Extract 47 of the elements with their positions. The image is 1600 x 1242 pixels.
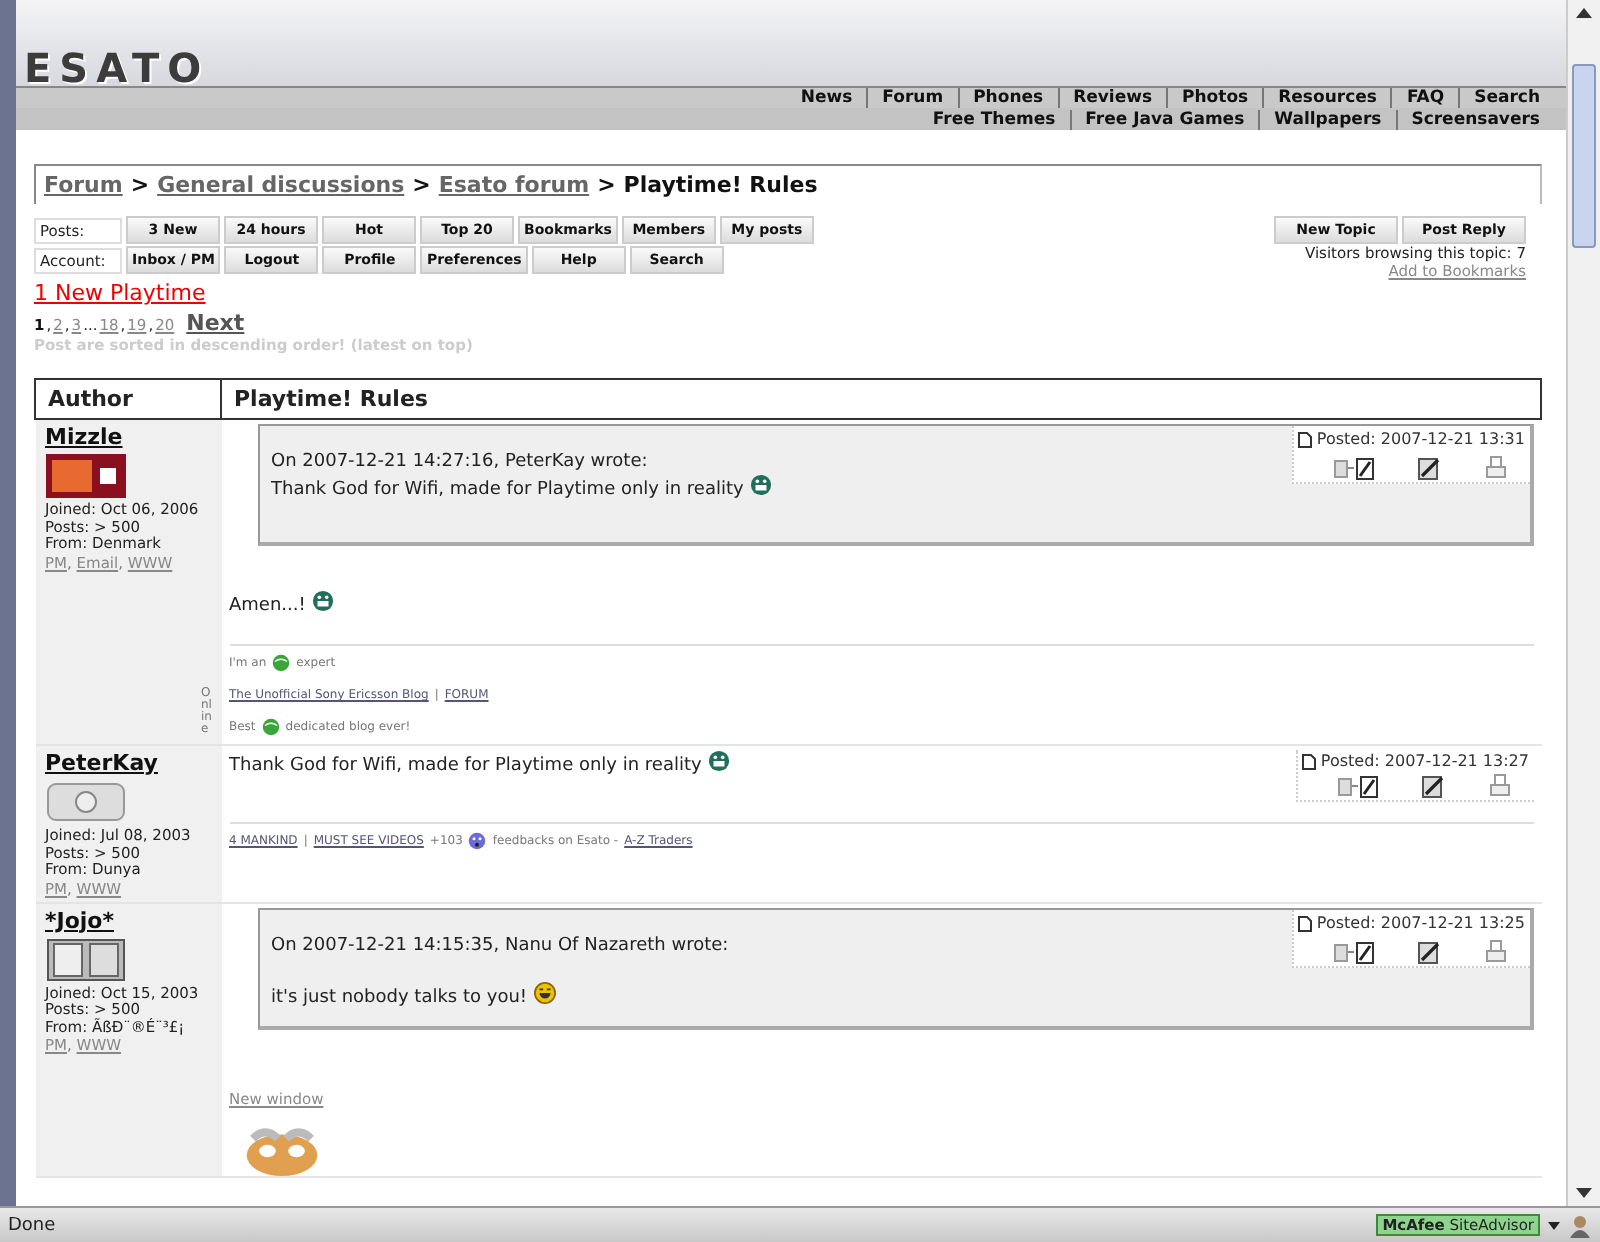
nav-link[interactable]: Wallpapers bbox=[1258, 109, 1396, 129]
nav-link[interactable]: Free Java Games bbox=[1069, 109, 1259, 129]
quote-reply-icon[interactable] bbox=[1337, 774, 1377, 798]
nav-link[interactable]: Screensavers bbox=[1395, 109, 1554, 129]
print-icon[interactable] bbox=[1485, 456, 1505, 480]
breadcrumb-link[interactable]: Forum bbox=[44, 172, 123, 198]
post-text: Thank God for Wifi, made for Playtime only in reality bbox=[229, 754, 702, 776]
breadcrumb-link[interactable]: General discussions bbox=[157, 172, 405, 198]
posted-date: Posted: 2007-12-21 13:25 bbox=[1298, 911, 1525, 935]
status-text: Done bbox=[8, 1215, 56, 1235]
scrollbar-thumb[interactable] bbox=[1572, 64, 1596, 248]
breadcrumb-link[interactable]: Esato forum bbox=[438, 172, 590, 198]
next-page-link[interactable]: Next bbox=[186, 310, 245, 336]
posted-date: Posted: 2007-12-21 13:27 bbox=[1302, 752, 1529, 770]
nav-link[interactable]: Free Themes bbox=[918, 109, 1070, 129]
edit-icon[interactable] bbox=[1421, 774, 1445, 798]
author-name[interactable]: *Jojo* bbox=[45, 907, 211, 933]
person-icon[interactable] bbox=[1568, 1213, 1592, 1237]
new-posts-link[interactable]: 1 New Playtime bbox=[34, 280, 206, 306]
quote-text: it's just nobody talks to you! bbox=[271, 987, 528, 1007]
site-logo[interactable]: ESATO bbox=[24, 44, 210, 92]
edit-icon[interactable] bbox=[1417, 456, 1441, 480]
breadcrumb-separator: > bbox=[597, 172, 616, 198]
breadcrumb-separator: > bbox=[130, 172, 150, 198]
posted-date: Posted: 2007-12-21 13:31 bbox=[1298, 428, 1525, 452]
column-header: Playtime! Rules bbox=[221, 379, 1541, 419]
document-icon bbox=[1298, 915, 1313, 931]
sad-smiley-icon bbox=[468, 832, 487, 850]
breadcrumb-separator: > bbox=[412, 172, 431, 198]
print-icon[interactable] bbox=[1485, 939, 1505, 963]
document-icon bbox=[1298, 432, 1313, 448]
quote-reply-icon[interactable] bbox=[1333, 456, 1373, 480]
print-icon[interactable] bbox=[1489, 774, 1509, 798]
quote-text: Thank God for Wifi, made for Playtime only in reality bbox=[271, 480, 744, 500]
quote-reply-icon[interactable] bbox=[1333, 939, 1373, 963]
sphere-logo-icon bbox=[272, 654, 291, 672]
breadcrumb-current: Playtime! Rules bbox=[623, 172, 818, 198]
author-name[interactable]: PeterKay bbox=[45, 750, 211, 776]
quote-header: On 2007-12-21 14:27:16, PeterKay wrote: bbox=[271, 450, 650, 474]
dropdown-caret-icon[interactable] bbox=[1548, 1221, 1560, 1229]
sphere-logo-icon bbox=[261, 718, 280, 736]
edit-icon[interactable] bbox=[1417, 939, 1441, 963]
author-name[interactable]: Mizzle bbox=[45, 424, 211, 450]
post-text: Amen...! bbox=[229, 596, 306, 616]
column-header: Author bbox=[35, 379, 221, 419]
nav-link[interactable]: News bbox=[786, 88, 867, 108]
quote-header: On 2007-12-21 14:15:35, Nanu Of Nazareth wrote: bbox=[271, 933, 731, 957]
